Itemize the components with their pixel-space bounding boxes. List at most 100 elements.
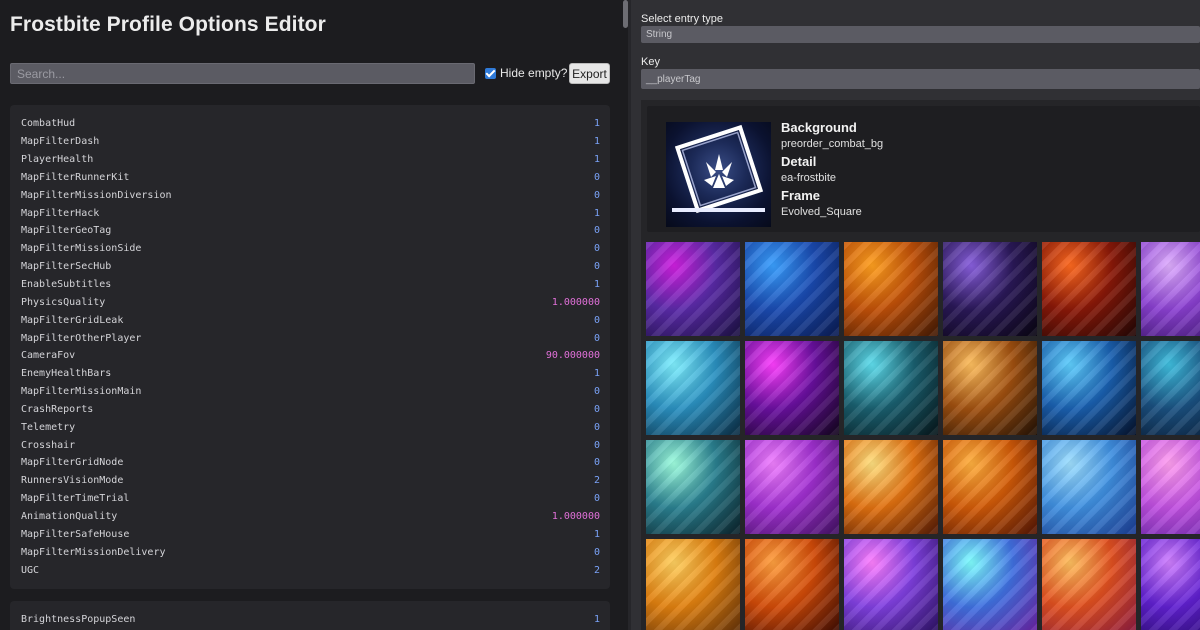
player-tag-preview: Background preorder_combat_bg Detail ea-…: [647, 106, 1200, 232]
setting-value: 0: [593, 493, 600, 505]
background-tile-magenta-shards[interactable]: [745, 341, 839, 435]
setting-value: 0: [593, 457, 600, 469]
options-list-pane: Frostbite Profile Options Editor Hide em…: [0, 0, 622, 630]
setting-row[interactable]: Telemetry 0: [10, 418, 610, 436]
setting-key: EnableSubtitles: [21, 279, 112, 291]
background-tile-orange-network[interactable]: [943, 440, 1037, 534]
background-tile-teal-crystal[interactable]: [844, 341, 938, 435]
setting-row[interactable]: PlayerHealth 1: [10, 151, 610, 169]
setting-row[interactable]: MapFilterMissionSide 0: [10, 240, 610, 258]
setting-row[interactable]: EnableSubtitles 1: [10, 276, 610, 294]
setting-key: EnemyHealthBars: [21, 368, 112, 380]
setting-key: MapFilterMissionSide: [21, 243, 142, 255]
setting-key: MapFilterOtherPlayer: [21, 332, 142, 344]
background-tile-blue-shards[interactable]: [1042, 341, 1136, 435]
export-button[interactable]: Export: [569, 63, 610, 84]
setting-row[interactable]: EnemyHealthBars 1: [10, 365, 610, 383]
hide-empty-toggle[interactable]: Hide empty?: [485, 66, 567, 80]
hide-empty-checkbox[interactable]: [485, 67, 496, 79]
setting-value: 0: [593, 439, 600, 451]
entry-editor-pane: Select entry type String Key __playerTag: [631, 0, 1200, 630]
setting-key: CameraFov: [21, 350, 76, 362]
settings-group: BrightnessPopupSeen 1: [10, 601, 610, 630]
background-tile-cyan-pillars[interactable]: [646, 341, 740, 435]
setting-key: Crosshair: [21, 439, 76, 451]
frame-value: Evolved_Square: [781, 206, 862, 218]
setting-key: MapFilterSafeHouse: [21, 528, 130, 540]
setting-row[interactable]: MapFilterSecHub 0: [10, 258, 610, 276]
background-tile-violet-network[interactable]: [745, 440, 839, 534]
setting-row[interactable]: CrashReports 0: [10, 401, 610, 419]
setting-row[interactable]: RunnersVisionMode 2: [10, 472, 610, 490]
setting-value: 0: [593, 421, 600, 433]
setting-row[interactable]: MapFilterMissionDelivery 0: [10, 543, 610, 561]
background-tile-blue-hex-light[interactable]: [1042, 440, 1136, 534]
detail-heading: Detail: [781, 154, 817, 169]
background-tile-violet-ribbons[interactable]: [1141, 539, 1200, 630]
setting-key: PlayerHealth: [21, 154, 94, 166]
background-tile-gold-crystal[interactable]: [943, 341, 1037, 435]
setting-value: 0: [593, 386, 600, 398]
setting-row[interactable]: CombatHud 1: [10, 115, 610, 133]
setting-key: MapFilterMissionDiversion: [21, 189, 172, 201]
setting-row[interactable]: Crosshair 0: [10, 436, 610, 454]
setting-row[interactable]: MapFilterGridNode 0: [10, 454, 610, 472]
background-tile-orange-ribbons[interactable]: [1042, 539, 1136, 630]
setting-row[interactable]: MapFilterTimeTrial 0: [10, 490, 610, 508]
setting-row[interactable]: MapFilterOtherPlayer 0: [10, 329, 610, 347]
setting-key: AnimationQuality: [21, 510, 118, 522]
background-tile-pink-hex[interactable]: [1141, 440, 1200, 534]
setting-value: 0: [593, 403, 600, 415]
search-input[interactable]: [10, 63, 475, 84]
setting-row[interactable]: MapFilterGridLeak 0: [10, 311, 610, 329]
background-tile-teal-chamber[interactable]: [646, 440, 740, 534]
setting-row[interactable]: MapFilterDash 1: [10, 133, 610, 151]
background-value: preorder_combat_bg: [781, 138, 884, 150]
background-tile-violet-pillars[interactable]: [1141, 242, 1200, 336]
entry-type-select[interactable]: String: [641, 26, 1200, 43]
setting-row[interactable]: UGC 2: [10, 561, 610, 579]
setting-key: MapFilterGeoTag: [21, 225, 112, 237]
frame-heading: Frame: [781, 188, 821, 203]
setting-key: MapFilterSecHub: [21, 261, 112, 273]
setting-value: 1: [593, 207, 600, 219]
setting-key: BrightnessPopupSeen: [21, 614, 136, 626]
setting-key: CombatHud: [21, 118, 76, 130]
setting-key: MapFilterGridNode: [21, 457, 124, 469]
setting-key: UGC: [21, 564, 40, 576]
setting-row[interactable]: MapFilterRunnerKit 0: [10, 169, 610, 187]
setting-value: 1: [593, 118, 600, 130]
setting-row[interactable]: MapFilterSafeHouse 1: [10, 525, 610, 543]
entry-type-label: Select entry type: [641, 13, 723, 25]
setting-row[interactable]: MapFilterMissionMain 0: [10, 383, 610, 401]
background-tile-red-shards[interactable]: [1042, 242, 1136, 336]
setting-row[interactable]: BrightnessPopupSeen 1: [10, 611, 610, 629]
key-input[interactable]: __playerTag: [641, 69, 1200, 89]
setting-value: 90.000000: [545, 350, 600, 362]
setting-row[interactable]: MapFilterHack 1: [10, 204, 610, 222]
settings-group: CombatHud 1 MapFilterDash 1 PlayerHealth 1 Map…: [10, 105, 610, 589]
background-tile-purple-hex[interactable]: [646, 242, 740, 336]
background-tile-purple-ribbons[interactable]: [844, 539, 938, 630]
setting-row[interactable]: PhysicsQuality 1.000000: [10, 293, 610, 311]
setting-row[interactable]: MapFilterGeoTag 0: [10, 222, 610, 240]
background-tile-orange-ripple[interactable]: [745, 539, 839, 630]
background-tile-orange-chamber[interactable]: [844, 440, 938, 534]
setting-row[interactable]: CameraFov 90.000000: [10, 347, 610, 365]
setting-value: 1: [593, 368, 600, 380]
setting-value: 2: [593, 564, 600, 576]
setting-key: MapFilterMissionMain: [21, 386, 142, 398]
background-tile-rainbow-ribbons[interactable]: [943, 539, 1037, 630]
background-tile-orange-hex[interactable]: [844, 242, 938, 336]
setting-value: 0: [593, 314, 600, 326]
background-tile-blue-hex[interactable]: [745, 242, 839, 336]
setting-row[interactable]: AnimationQuality 1.000000: [10, 508, 610, 526]
setting-value: 2: [593, 475, 600, 487]
background-tile-teal-network[interactable]: [1141, 341, 1200, 435]
detail-value: ea-frostbite: [781, 172, 837, 184]
background-tile-gold-hex[interactable]: [646, 539, 740, 630]
setting-value: 0: [593, 225, 600, 237]
hide-empty-label: Hide empty?: [500, 66, 568, 80]
setting-row[interactable]: MapFilterMissionDiversion 0: [10, 186, 610, 204]
background-tile-dark-crystal[interactable]: [943, 242, 1037, 336]
